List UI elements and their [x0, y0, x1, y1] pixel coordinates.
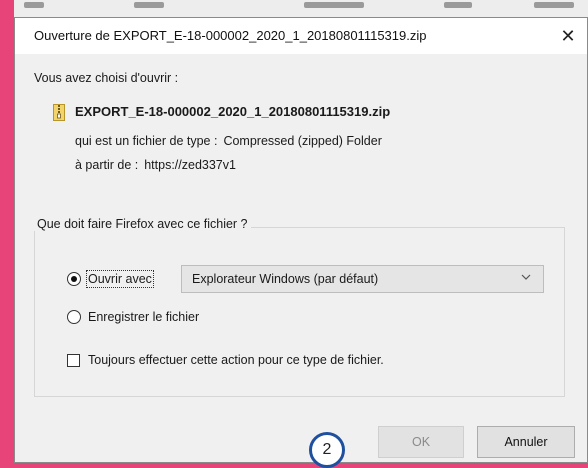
- background-window-strip: [14, 0, 588, 18]
- chevron-down-icon: [521, 274, 531, 280]
- file-name: EXPORT_E-18-000002_2020_1_20180801115319…: [75, 104, 391, 119]
- save-file-radio[interactable]: [67, 310, 81, 324]
- application-select-value: Explorateur Windows (par défaut): [192, 272, 379, 286]
- ok-button[interactable]: OK: [378, 426, 464, 458]
- cancel-button[interactable]: Annuler: [477, 426, 575, 458]
- application-select[interactable]: Explorateur Windows (par défaut): [181, 265, 544, 293]
- save-file-label[interactable]: Enregistrer le fichier: [88, 310, 199, 324]
- dialog-titlebar: Ouverture de EXPORT_E-18-000002_2020_1_2…: [15, 18, 587, 54]
- file-type-label: qui est un fichier de type :: [75, 134, 218, 148]
- file-type-value: Compressed (zipped) Folder: [223, 134, 382, 148]
- file-source-label: à partir de :: [75, 158, 139, 172]
- open-with-radio[interactable]: [67, 272, 81, 286]
- file-source-value: https://zed337v1: [144, 158, 236, 172]
- action-question: Que doit faire Firefox avec ce fichier ?: [34, 217, 251, 231]
- open-with-label[interactable]: Ouvrir avec: [86, 270, 154, 288]
- intro-text: Vous avez choisi d'ouvrir :: [34, 71, 179, 85]
- file-type-line: qui est un fichier de type : Compressed (…: [75, 134, 382, 148]
- zip-file-icon: [53, 104, 65, 121]
- file-source-line: à partir de : https://zed337v1: [75, 158, 236, 172]
- dialog-title: Ouverture de EXPORT_E-18-000002_2020_1_2…: [34, 28, 427, 43]
- radio-selected-dot: [71, 276, 77, 282]
- always-do-checkbox[interactable]: [67, 354, 80, 367]
- dialog-body: Vous avez choisi d'ouvrir : EXPORT_E-18-…: [15, 54, 587, 468]
- download-dialog: Ouverture de EXPORT_E-18-000002_2020_1_2…: [14, 17, 588, 468]
- always-do-label[interactable]: Toujours effectuer cette action pour ce …: [88, 353, 384, 367]
- close-icon[interactable]: ✕: [553, 21, 583, 51]
